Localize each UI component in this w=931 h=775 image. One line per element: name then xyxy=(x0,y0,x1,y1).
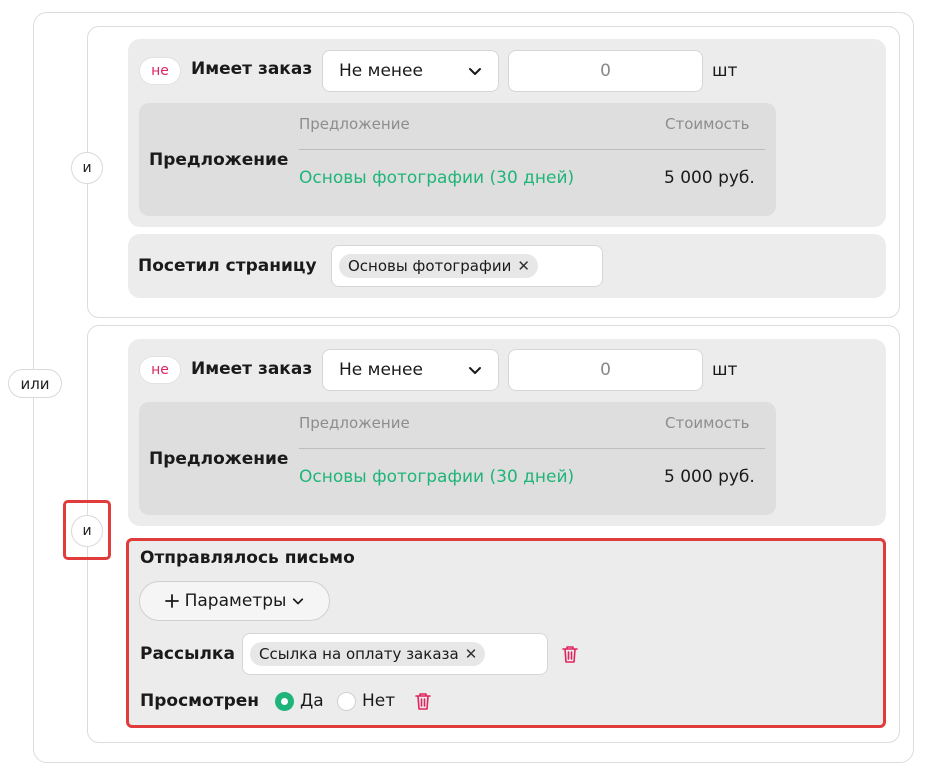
viewed-no-radio[interactable] xyxy=(337,692,356,711)
not-toggle-2[interactable]: не xyxy=(139,356,181,384)
offer-table-1: Предложение Предложение Стоимость Основы… xyxy=(139,103,776,216)
has-order-label: Имеет заказ xyxy=(191,359,313,379)
price-column-header: Стоимость xyxy=(665,414,750,432)
chevron-down-icon xyxy=(469,367,481,374)
quantity-input-2[interactable]: 0 xyxy=(508,349,703,391)
condition-visited-page: Посетил страницу Основы фотографии ✕ xyxy=(128,234,886,298)
operator-select-value: Не менее xyxy=(339,360,423,380)
letter-sent-title: Отправлялось письмо xyxy=(140,548,355,568)
and-operator-pill-1[interactable]: и xyxy=(71,152,103,184)
plus-icon xyxy=(164,594,179,608)
operator-select-1[interactable]: Не менее xyxy=(322,50,499,92)
and-operator-pill-2[interactable]: и xyxy=(71,515,103,547)
page-tag-label: Основы фотографии xyxy=(348,257,512,275)
condition-has-order-2: не Имеет заказ Не менее 0 шт Предложение… xyxy=(128,339,886,526)
close-icon[interactable]: ✕ xyxy=(465,646,478,662)
parameters-button-label: Параметры xyxy=(184,591,287,611)
has-order-label: Имеет заказ xyxy=(191,59,313,79)
chevron-down-icon xyxy=(293,598,304,605)
quantity-input-1[interactable]: 0 xyxy=(508,50,703,92)
visited-page-tags-input[interactable]: Основы фотографии ✕ xyxy=(331,245,603,287)
offer-label: Предложение xyxy=(149,150,289,170)
trash-icon[interactable] xyxy=(561,644,579,664)
mailing-tag: Ссылка на оплату заказа ✕ xyxy=(250,642,486,666)
trash-icon[interactable] xyxy=(414,691,432,711)
viewed-yes-label: Да xyxy=(300,691,324,711)
table-divider xyxy=(299,448,765,449)
offer-link[interactable]: Основы фотографии (30 дней) xyxy=(299,467,574,487)
offer-link[interactable]: Основы фотографии (30 дней) xyxy=(299,168,574,188)
price-column-header: Стоимость xyxy=(665,115,750,133)
viewed-no-label: Нет xyxy=(362,691,396,711)
close-icon[interactable]: ✕ xyxy=(517,258,530,274)
viewed-yes-radio[interactable] xyxy=(275,692,294,711)
offer-label: Предложение xyxy=(149,449,289,469)
offer-column-header: Предложение xyxy=(299,115,410,133)
not-toggle-1[interactable]: не xyxy=(139,57,181,85)
operator-select-value: Не менее xyxy=(339,61,423,81)
mailing-label: Рассылка xyxy=(140,644,235,664)
viewed-label: Просмотрен xyxy=(140,691,260,711)
offer-column-header: Предложение xyxy=(299,414,410,432)
mailing-tags-input[interactable]: Ссылка на оплату заказа ✕ xyxy=(242,633,548,675)
condition-has-order-1: не Имеет заказ Не менее 0 шт Предложение… xyxy=(128,39,886,227)
unit-label: шт xyxy=(712,360,738,380)
or-operator-pill[interactable]: или xyxy=(8,369,62,398)
page-tag: Основы фотографии ✕ xyxy=(339,254,538,278)
unit-label: шт xyxy=(712,61,738,81)
offer-price: 5 000 руб. xyxy=(664,467,755,487)
mailing-tag-label: Ссылка на оплату заказа xyxy=(259,645,459,663)
table-divider xyxy=(299,149,765,150)
condition-letter-sent: Отправлялось письмо Параметры Рассылка С… xyxy=(126,538,886,728)
chevron-down-icon xyxy=(469,68,481,75)
offer-table-2: Предложение Предложение Стоимость Основы… xyxy=(139,402,776,515)
parameters-button[interactable]: Параметры xyxy=(139,581,330,621)
visited-page-label: Посетил страницу xyxy=(138,256,317,276)
operator-select-2[interactable]: Не менее xyxy=(322,349,499,391)
offer-price: 5 000 руб. xyxy=(664,168,755,188)
